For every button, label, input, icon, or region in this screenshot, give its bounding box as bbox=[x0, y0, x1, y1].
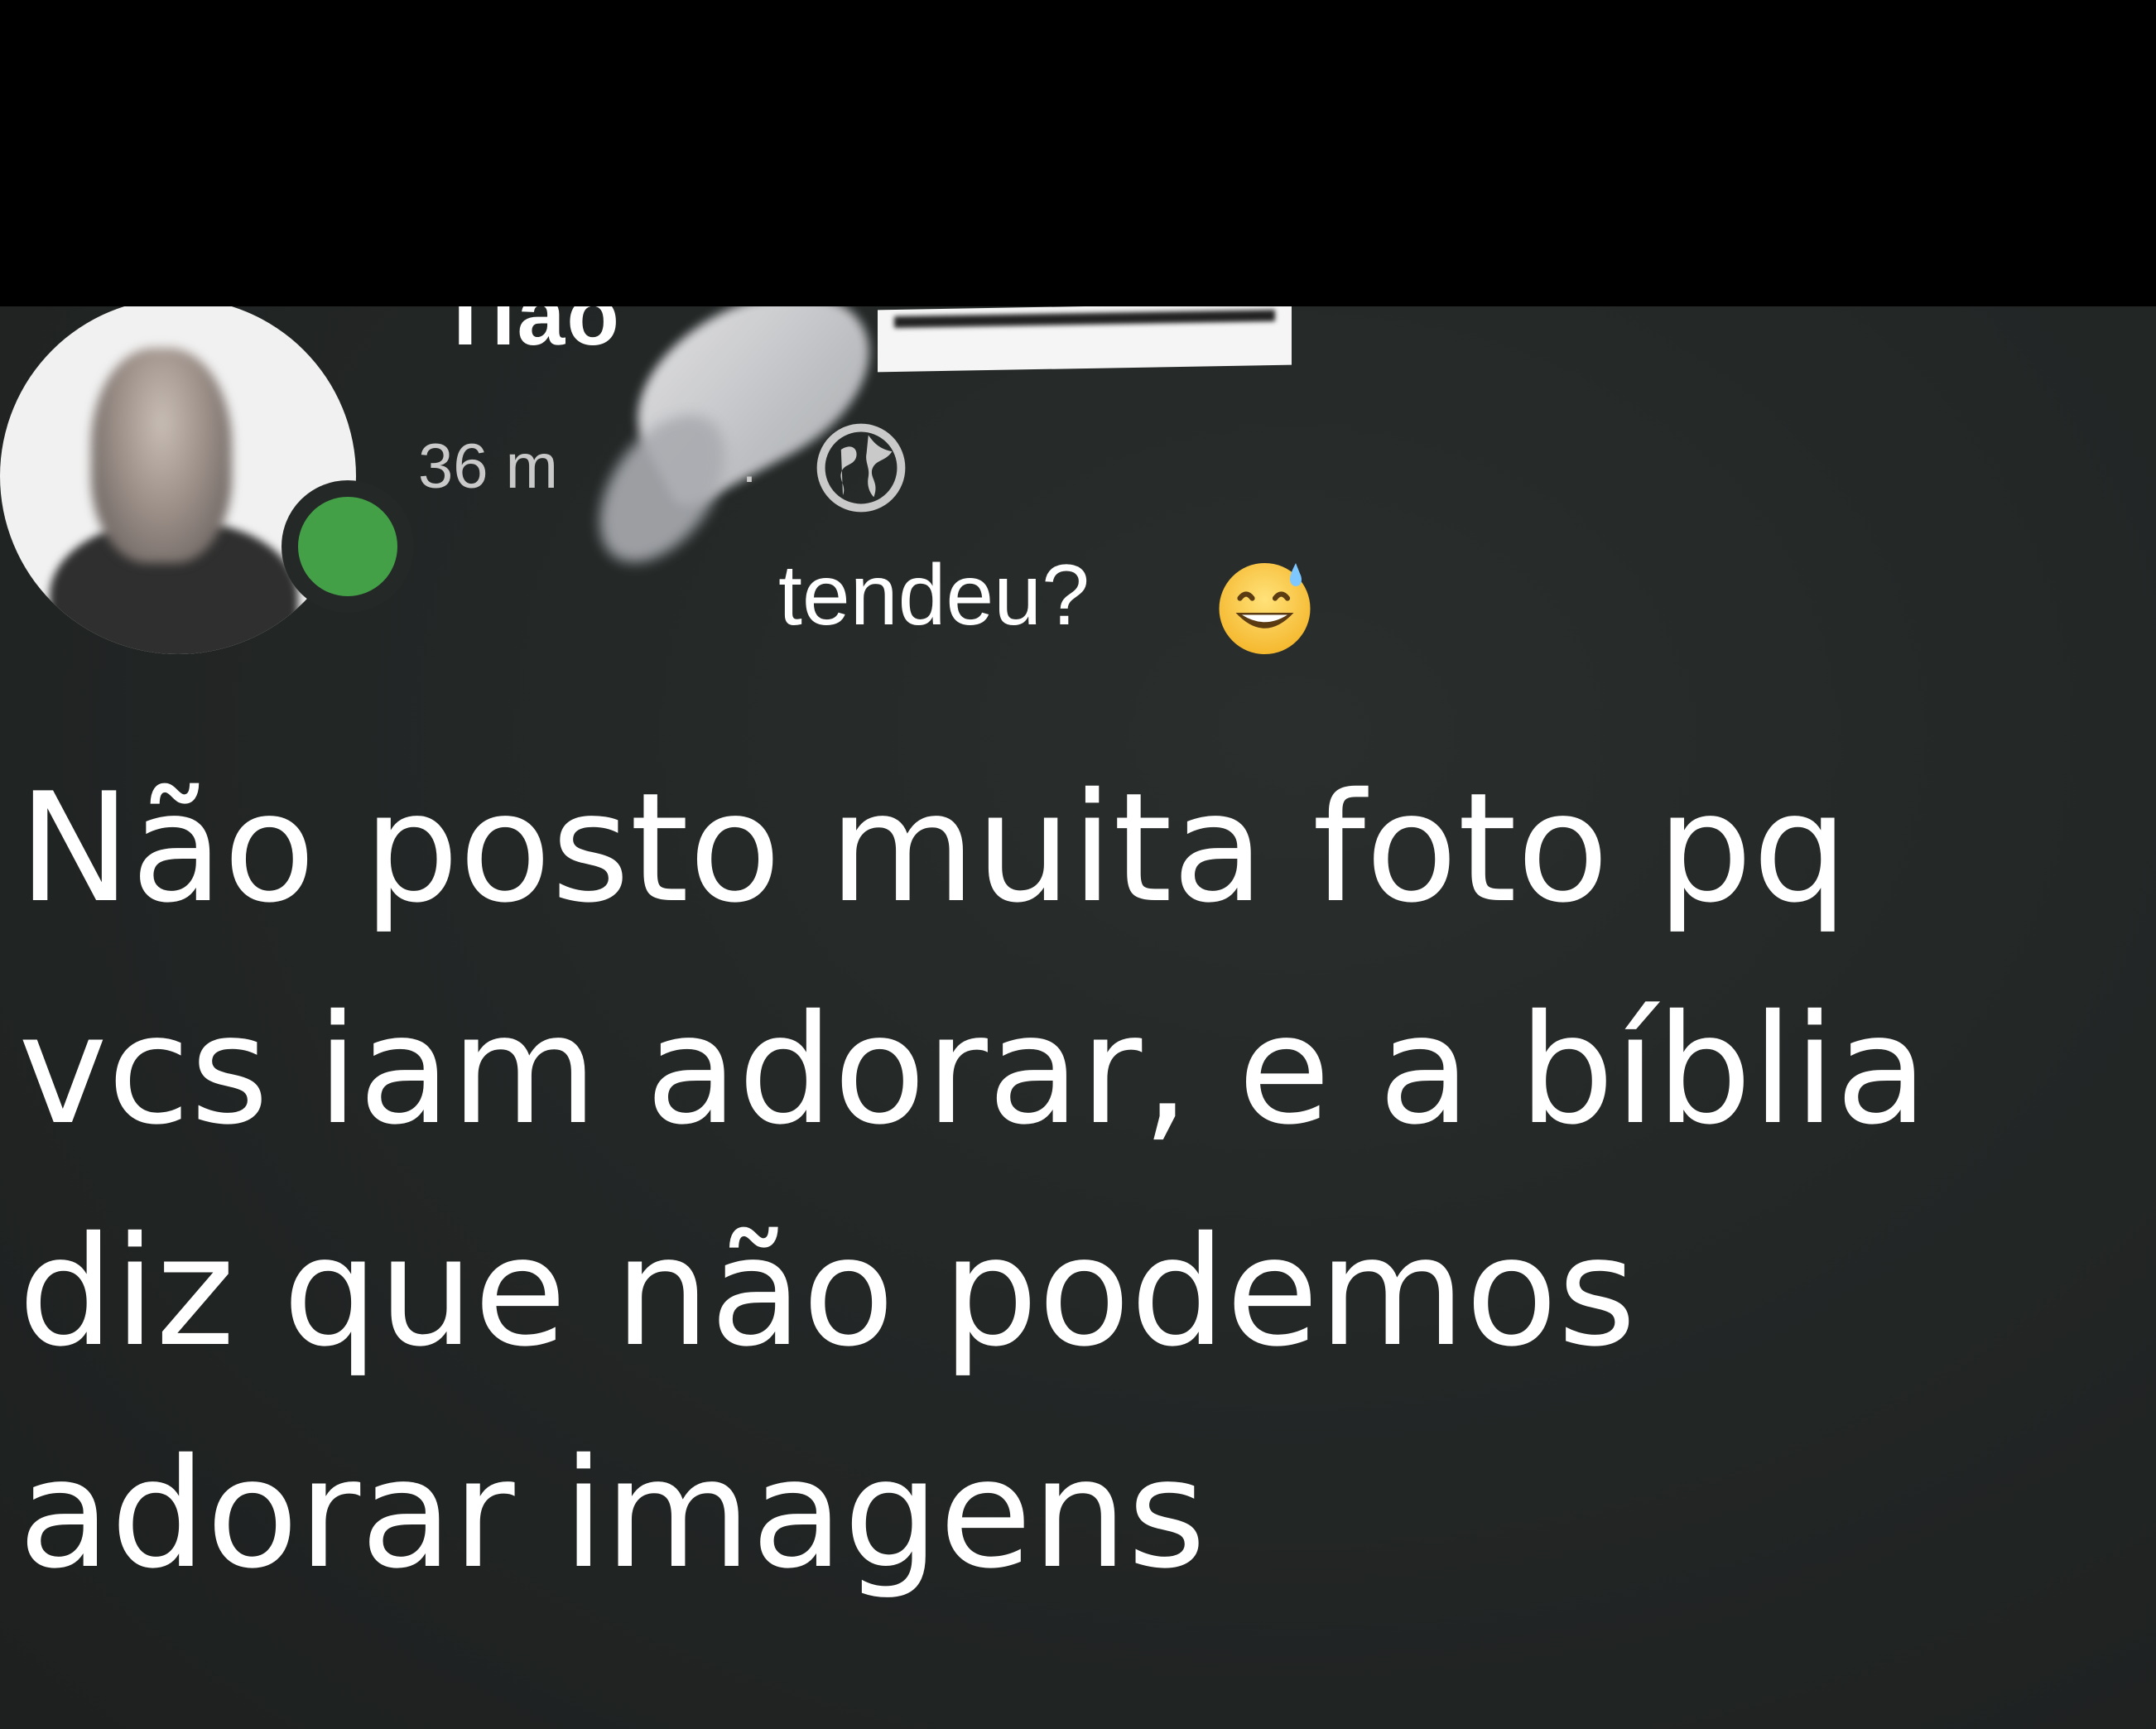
post-body: Não posto muita foto pq vcs iam adorar, e… bbox=[18, 737, 2138, 1625]
top-black-bar bbox=[0, 0, 2156, 306]
post-timestamp[interactable]: 36 m bbox=[418, 431, 558, 503]
post-body-line: Não posto muita foto pq bbox=[18, 760, 1849, 936]
avatar[interactable] bbox=[0, 306, 356, 654]
globe-icon bbox=[816, 423, 906, 513]
post-card: Tiao 36 m · tendeu? Não posto muita foto… bbox=[0, 306, 2156, 1729]
online-status-dot bbox=[282, 480, 414, 613]
post-body-line: vcs iam adorar, e a bíblia bbox=[18, 982, 1928, 1158]
author-name[interactable]: Tiao bbox=[439, 306, 621, 365]
avatar-face bbox=[91, 348, 232, 563]
meta-separator: · bbox=[741, 448, 758, 503]
grinning-sweat-emoji-icon bbox=[1219, 563, 1311, 654]
screen: Tiao 36 m · tendeu? Não posto muita foto… bbox=[0, 0, 2156, 1729]
post-body-line: adorar imagens bbox=[18, 1426, 1206, 1601]
redacted-badge bbox=[878, 306, 1292, 373]
post-caption: tendeu? bbox=[778, 547, 1090, 643]
post-body-line: diz que não podemos bbox=[18, 1204, 1637, 1380]
